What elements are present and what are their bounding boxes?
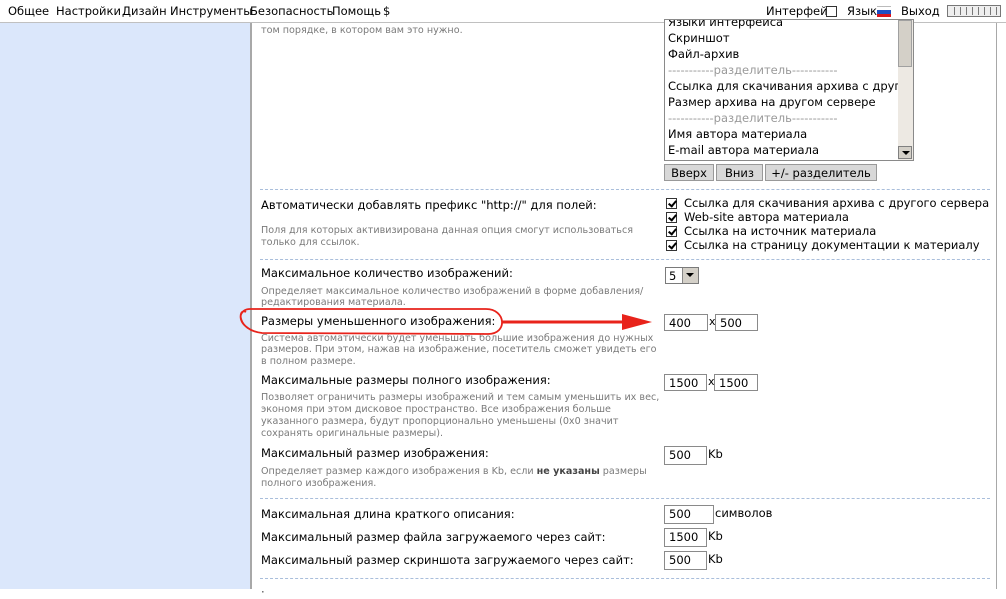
list-item[interactable]: Имя автора материала [668,127,807,141]
full-size-description: Позволяет ограничить размеры изображений… [261,392,660,403]
listbox-scrollbar[interactable] [898,20,913,160]
thumb-size-label: Размеры уменьшенного изображения: [261,314,496,328]
full-size-description: сохранять оригинальные размеры). [261,428,444,439]
http-prefix-description: только для ссылок. [261,237,360,248]
max-image-size-description: полного изображения. [261,478,377,489]
max-description-length-input[interactable]: 500 [664,505,714,524]
max-images-description: редактирования материала. [261,297,406,308]
scrollbar-thumb[interactable] [898,20,912,67]
unit-label: символов [715,506,773,520]
max-images-select[interactable]: 5 [665,267,699,284]
max-images-description: Определяет максимальное количество изобр… [261,286,644,297]
next-setting-label-partial: · [261,585,265,599]
max-screenshot-size-input[interactable]: 500 [664,551,707,570]
checkbox-icon[interactable] [666,240,677,251]
desc-emphasis: не указаны [536,466,600,477]
desc-text: Определяет размер каждого изображения в … [261,466,537,477]
unit-label: Kb [708,447,723,461]
max-description-length-label: Максимальная длина краткого описания: [261,507,515,521]
section-divider [260,189,990,190]
list-item[interactable]: E-mail автора материала [668,143,819,157]
list-item-separator[interactable]: -----------разделитель----------- [668,63,838,77]
fields-order-listbox[interactable]: Языки интерфейса Скриншот Файл-архив ---… [664,19,914,161]
section-divider [260,578,990,579]
list-item[interactable]: Ссылка для скачивания архива с другого [668,79,913,93]
logout-link[interactable]: Выход [901,4,940,18]
full-width-input[interactable]: 1500 [664,374,707,391]
fields-order-description: том порядке, в котором вам это нужно. [261,25,463,36]
checkbox-icon[interactable] [666,198,677,209]
list-item[interactable]: Файл-архив [668,47,739,61]
unit-label: Kb [708,552,723,566]
interface-label[interactable]: Интерфейс [766,4,834,18]
full-size-description: экономя при этом дисковое пространство. … [261,404,611,415]
list-item[interactable]: Размер архива на другом сервере [668,95,876,109]
menu-design[interactable]: Дизайн [122,4,167,18]
option-label: Ссылка для скачивания архива с другого с… [684,196,990,210]
list-item-separator[interactable]: -----------разделитель----------- [668,111,838,125]
move-down-button[interactable]: Вниз [716,164,763,181]
full-height-input[interactable]: 1500 [714,374,758,391]
thumb-size-description: в полном размере. [261,356,356,367]
max-images-value: 5 [669,269,677,283]
option-label: Ссылка на источник материала [684,224,877,238]
section-divider [260,259,990,260]
http-prefix-description: Поля для которых активизирована данная о… [261,225,634,236]
list-item[interactable]: Скриншот [668,31,730,45]
full-size-label: Максимальные размеры полного изображения… [261,373,551,387]
scroll-down-arrow-icon[interactable] [898,146,912,159]
content-right-border [996,23,997,589]
max-screenshot-size-label: Максимальный размер скриншота загружаемо… [261,553,634,567]
desc-text: размеры [599,466,647,477]
max-file-upload-label: Максимальный размер файла загружаемого ч… [261,530,606,544]
thumb-width-input[interactable]: 400 [664,314,708,331]
menu-settings[interactable]: Настройки [56,4,121,18]
http-prefix-label: Автоматически добавлять префикс "http://… [261,198,597,212]
menu-security[interactable]: Безопасность [250,4,333,18]
language-label[interactable]: Язык [847,4,877,18]
section-divider [260,498,990,499]
move-up-button[interactable]: Вверх [664,164,714,181]
thumb-height-input[interactable]: 500 [715,314,758,331]
max-file-upload-input[interactable]: 1500 [664,528,707,547]
max-images-label: Максимальное количество изображений: [261,266,513,280]
list-item[interactable]: Языки интерфейса [668,20,783,29]
russian-flag-icon[interactable] [877,6,891,17]
interface-checkbox-icon[interactable] [826,6,837,17]
toggle-separator-button[interactable]: +/- разделитель [765,164,877,181]
dropdown-arrow-icon[interactable] [682,268,698,283]
max-image-size-input[interactable]: 500 [664,446,707,465]
unit-label: Kb [708,529,723,543]
checkbox-icon[interactable] [666,226,677,237]
left-sidebar-panel [0,23,250,589]
settings-content: том порядке, в котором вам это нужно. Яз… [252,19,996,599]
menu-tools[interactable]: Инструменты [170,4,252,18]
thumb-size-description: Система автоматически будет уменьшать бо… [261,333,654,344]
option-label: Web-site автора материала [684,210,849,224]
checkbox-icon[interactable] [666,212,677,223]
zoom-slider[interactable] [947,5,1001,17]
menu-help[interactable]: Помощь [332,4,381,18]
option-label: Ссылка на страницу документации к матери… [684,238,980,252]
max-image-size-label: Максимальный размер изображения: [261,446,489,460]
menu-general[interactable]: Общее [8,4,49,18]
thumb-size-description: размеров. При этом, нажав на изображение… [261,344,657,355]
max-image-size-description: Определяет размер каждого изображения в … [261,466,647,477]
full-size-description: указанного размера, будут пропорциональн… [261,416,619,427]
menu-dollar[interactable]: $ [383,4,390,18]
